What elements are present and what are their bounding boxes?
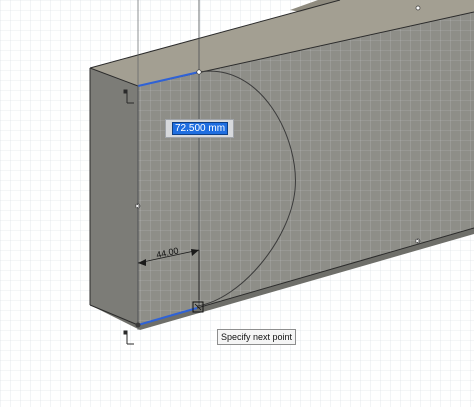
body-side-face <box>90 68 138 325</box>
specify-next-point-tooltip: Specify next point <box>217 329 297 345</box>
dimension-input-box <box>165 119 234 138</box>
vertex-point-corner[interactable] <box>135 322 141 328</box>
vertex-point-top-right[interactable] <box>415 5 421 11</box>
vertex-point-top[interactable] <box>196 69 202 75</box>
cad-viewport[interactable]: 44.00 <box>0 0 474 407</box>
dimension-value-field[interactable] <box>172 122 228 135</box>
